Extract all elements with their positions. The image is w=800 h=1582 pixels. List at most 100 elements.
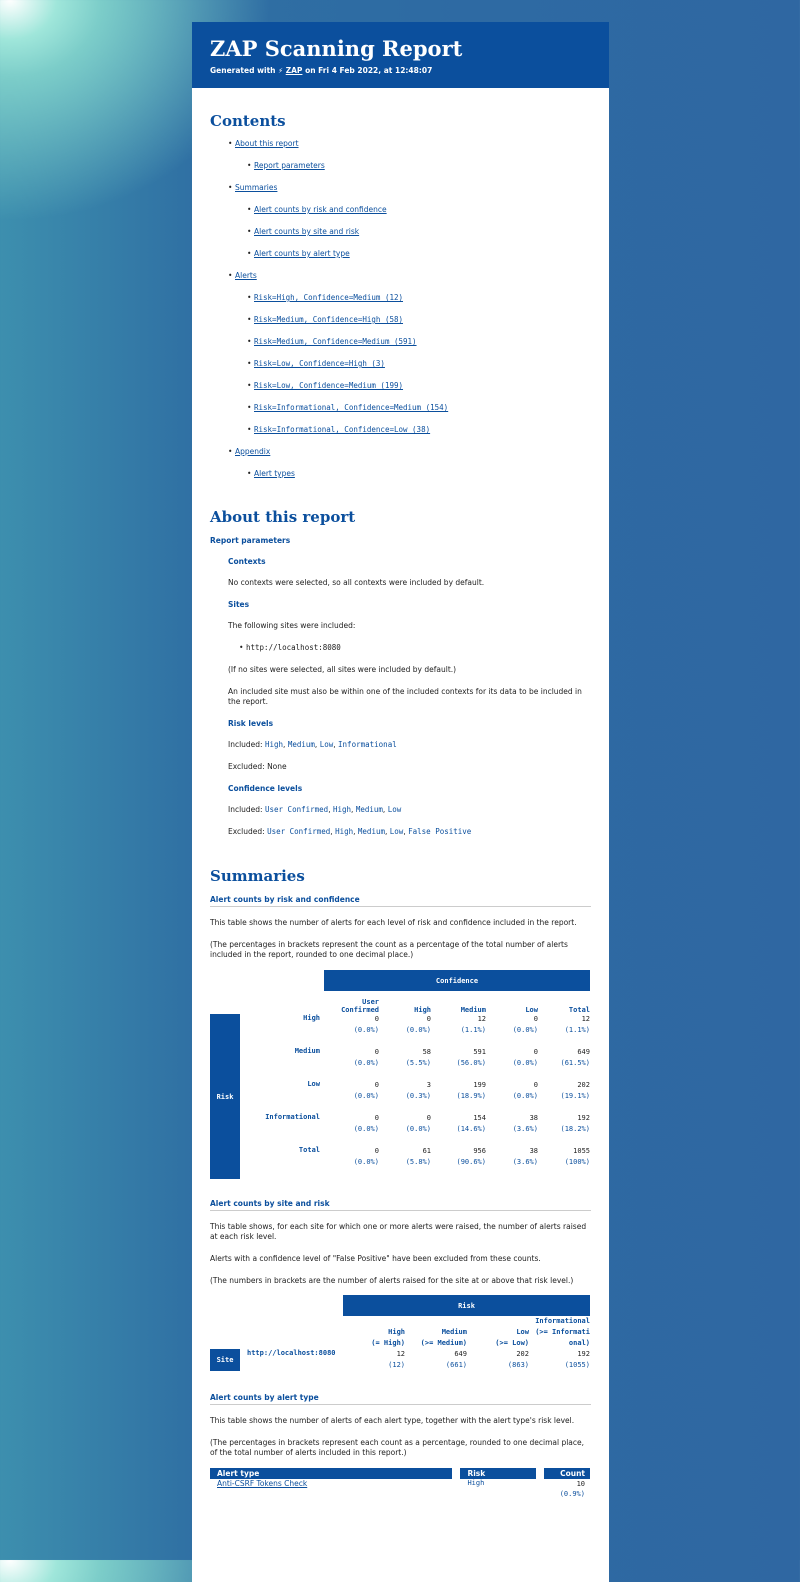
toc-report-parameters[interactable]: Report parameters — [254, 161, 325, 170]
count-percent: (0.0%) — [353, 1059, 379, 1067]
confidence-column-header: Low — [525, 1006, 538, 1014]
toc-risk-confidence[interactable]: Alert counts by risk and confidence — [254, 205, 387, 214]
risk-confidence-text: This table shows the number of alerts fo… — [210, 918, 577, 927]
confidence-level: High — [335, 827, 354, 836]
risk-column-header-line: Medium — [441, 1328, 467, 1336]
risk-levels-heading: Risk levels — [228, 719, 274, 728]
alert-type-link[interactable]: Anti-CSRF Tokens Check — [217, 1479, 307, 1488]
confidence-excluded-label: Excluded: — [228, 827, 265, 836]
toc-alert-type[interactable]: Alert counts by alert type — [254, 249, 350, 258]
risk-level: Medium — [287, 740, 315, 749]
about-heading: About this report — [210, 508, 356, 526]
toc-alert-types[interactable]: Alert types — [254, 469, 295, 478]
site-risk-cumulative: (863) — [507, 1361, 529, 1369]
site-risk-cumulative: (661) — [445, 1361, 467, 1369]
site-risk-cumulative: (1055) — [564, 1361, 590, 1369]
site-risk-text: This table shows, for each site for whic… — [210, 1222, 587, 1241]
count-col-header: Count — [544, 1468, 590, 1479]
toc-alert-item[interactable]: Risk=Medium, Confidence=Medium (591) — [254, 337, 417, 346]
zap-logo-icon: ⚡ — [278, 67, 284, 75]
count-value: 1055 — [573, 1147, 590, 1155]
risk-column-header-line: (>= Low) — [495, 1339, 529, 1347]
site-risk-table: Risk High (= High) Medium (>= Medium) Low (>=… — [210, 1295, 590, 1371]
risk-header: Risk — [210, 1014, 240, 1179]
report-parameters-heading: Report parameters — [210, 536, 291, 545]
risk-level: Informational — [338, 740, 397, 749]
risk-row-label: Informational — [265, 1113, 320, 1121]
toc-site-risk[interactable]: Alert counts by site and risk — [254, 227, 359, 236]
alert-type-table: Alert type Risk Count Anti-CSRF Tokens C… — [210, 1468, 590, 1499]
count-percent: (5.8%) — [405, 1158, 431, 1166]
risk-excluded: Excluded: None — [228, 762, 591, 772]
count-percent: (1.1%) — [460, 1026, 486, 1034]
risk-included-label: Included: — [228, 740, 263, 749]
site-risk-note: Alerts with a confidence level of "False… — [210, 1254, 541, 1263]
generated-line: Generated with ⚡ ZAP on Fri 4 Feb 2022, … — [210, 66, 591, 75]
toc-alert-item[interactable]: Risk=High, Confidence=Medium (12) — [254, 293, 403, 302]
confidence-level: False Positive — [408, 827, 472, 836]
count-percent: (3.6%) — [512, 1125, 538, 1133]
alert-count-pct: (0.9%) — [559, 1490, 585, 1498]
toc-summaries[interactable]: Summaries — [235, 183, 277, 192]
count-percent: (0.0%) — [512, 1092, 538, 1100]
report-header: ZAP Scanning Report Generated with ⚡ ZAP… — [192, 22, 609, 88]
site-risk-brackets-note: (The numbers in brackets are the number … — [210, 1276, 574, 1285]
sites-note-contexts: An included site must also be within one… — [228, 687, 582, 706]
toc-alert-item[interactable]: Risk=Low, Confidence=High (3) — [254, 359, 385, 368]
toc-alerts[interactable]: Alerts — [235, 271, 257, 280]
count-value: 0 — [426, 1114, 431, 1122]
count-value: 38 — [529, 1114, 538, 1122]
table-row: Medium 0 (0.0%) 58 (5.5%) 591 (56.0%) 0 (0.0%) 64… — [210, 1047, 590, 1080]
risk-column-header-line — [343, 1316, 405, 1327]
report-parameters-section: Contexts No contexts were selected, so a… — [228, 557, 591, 837]
risk-excluded-label: Excluded: — [228, 762, 265, 771]
risk-row-label: Total — [298, 1146, 320, 1154]
risk-level: Low — [319, 740, 334, 749]
toc-alert-item[interactable]: Risk=Low, Confidence=Medium (199) — [254, 381, 403, 390]
count-value: 0 — [533, 1081, 538, 1089]
count-value: 154 — [473, 1114, 486, 1122]
toc-alert-item[interactable]: Risk=Medium, Confidence=High (58) — [254, 315, 403, 324]
count-percent: (18.9%) — [456, 1092, 486, 1100]
risk-row-label: Medium — [294, 1047, 320, 1055]
risk-column-header-line: (>= Medium) — [420, 1339, 467, 1347]
table-row: Risk High 0 (0.0%) 0 (0.0%) 12 (1.1%) 0 (0.0%) 12 (… — [210, 1014, 590, 1179]
toc-alert-item[interactable]: Risk=Informational, Confidence=Low (38) — [254, 425, 430, 434]
confidence-included-label: Included: — [228, 805, 263, 814]
risk-column-header-line: Informational — [535, 1317, 590, 1325]
toc-about[interactable]: About this report — [235, 139, 299, 148]
included-site: http://localhost:8080 — [239, 643, 591, 653]
confidence-level: User Confirmed — [267, 827, 331, 836]
count-percent: (19.1%) — [560, 1092, 590, 1100]
toc-alert-item[interactable]: Risk=Informational, Confidence=Medium (1… — [254, 403, 448, 412]
confidence-column-header: Total — [568, 1006, 590, 1014]
risk-column-header-line: onal) — [568, 1339, 590, 1347]
count-percent: (5.5%) — [405, 1059, 431, 1067]
count-value: 0 — [533, 1015, 538, 1023]
risk-column-header: Informational (>= Informati onal) — [529, 1316, 590, 1349]
risk-row-label: High — [303, 1014, 320, 1022]
table-row: Anti-CSRF Tokens Check High 10 (0.9%) — [210, 1479, 590, 1499]
count-value: 38 — [529, 1147, 538, 1155]
site-risk-heading: Alert counts by site and risk — [210, 1199, 591, 1211]
alert-risk: High — [467, 1479, 485, 1487]
count-percent: (61.5%) — [560, 1059, 590, 1067]
count-value: 199 — [473, 1081, 486, 1089]
risk-column-header-line: (>= Informati — [535, 1328, 590, 1336]
site-header: Site — [210, 1349, 240, 1371]
confidence-included: Included: User Confirmed, High, Medium, … — [228, 805, 402, 814]
zap-link[interactable]: ZAP — [286, 66, 303, 75]
contents-heading: Contents — [210, 112, 286, 130]
alert-type-col-header: Alert type — [210, 1468, 453, 1479]
risk-column-header-line: High — [388, 1328, 405, 1336]
risk-column-header-line — [467, 1316, 529, 1327]
count-percent: (1.1%) — [564, 1026, 590, 1034]
confidence-excluded: Excluded: User Confirmed, High, Medium, … — [228, 827, 472, 836]
count-value: 591 — [473, 1048, 486, 1056]
alert-type-heading: Alert counts by alert type — [210, 1393, 591, 1405]
generated-suffix: on Fri 4 Feb 2022, at 12:48:07 — [305, 66, 433, 75]
site-risk-count: 649 — [454, 1350, 467, 1358]
toc-appendix[interactable]: Appendix — [235, 447, 270, 456]
risk-column-header-line: (= High) — [371, 1339, 405, 1347]
contexts-heading: Contexts — [228, 557, 266, 566]
